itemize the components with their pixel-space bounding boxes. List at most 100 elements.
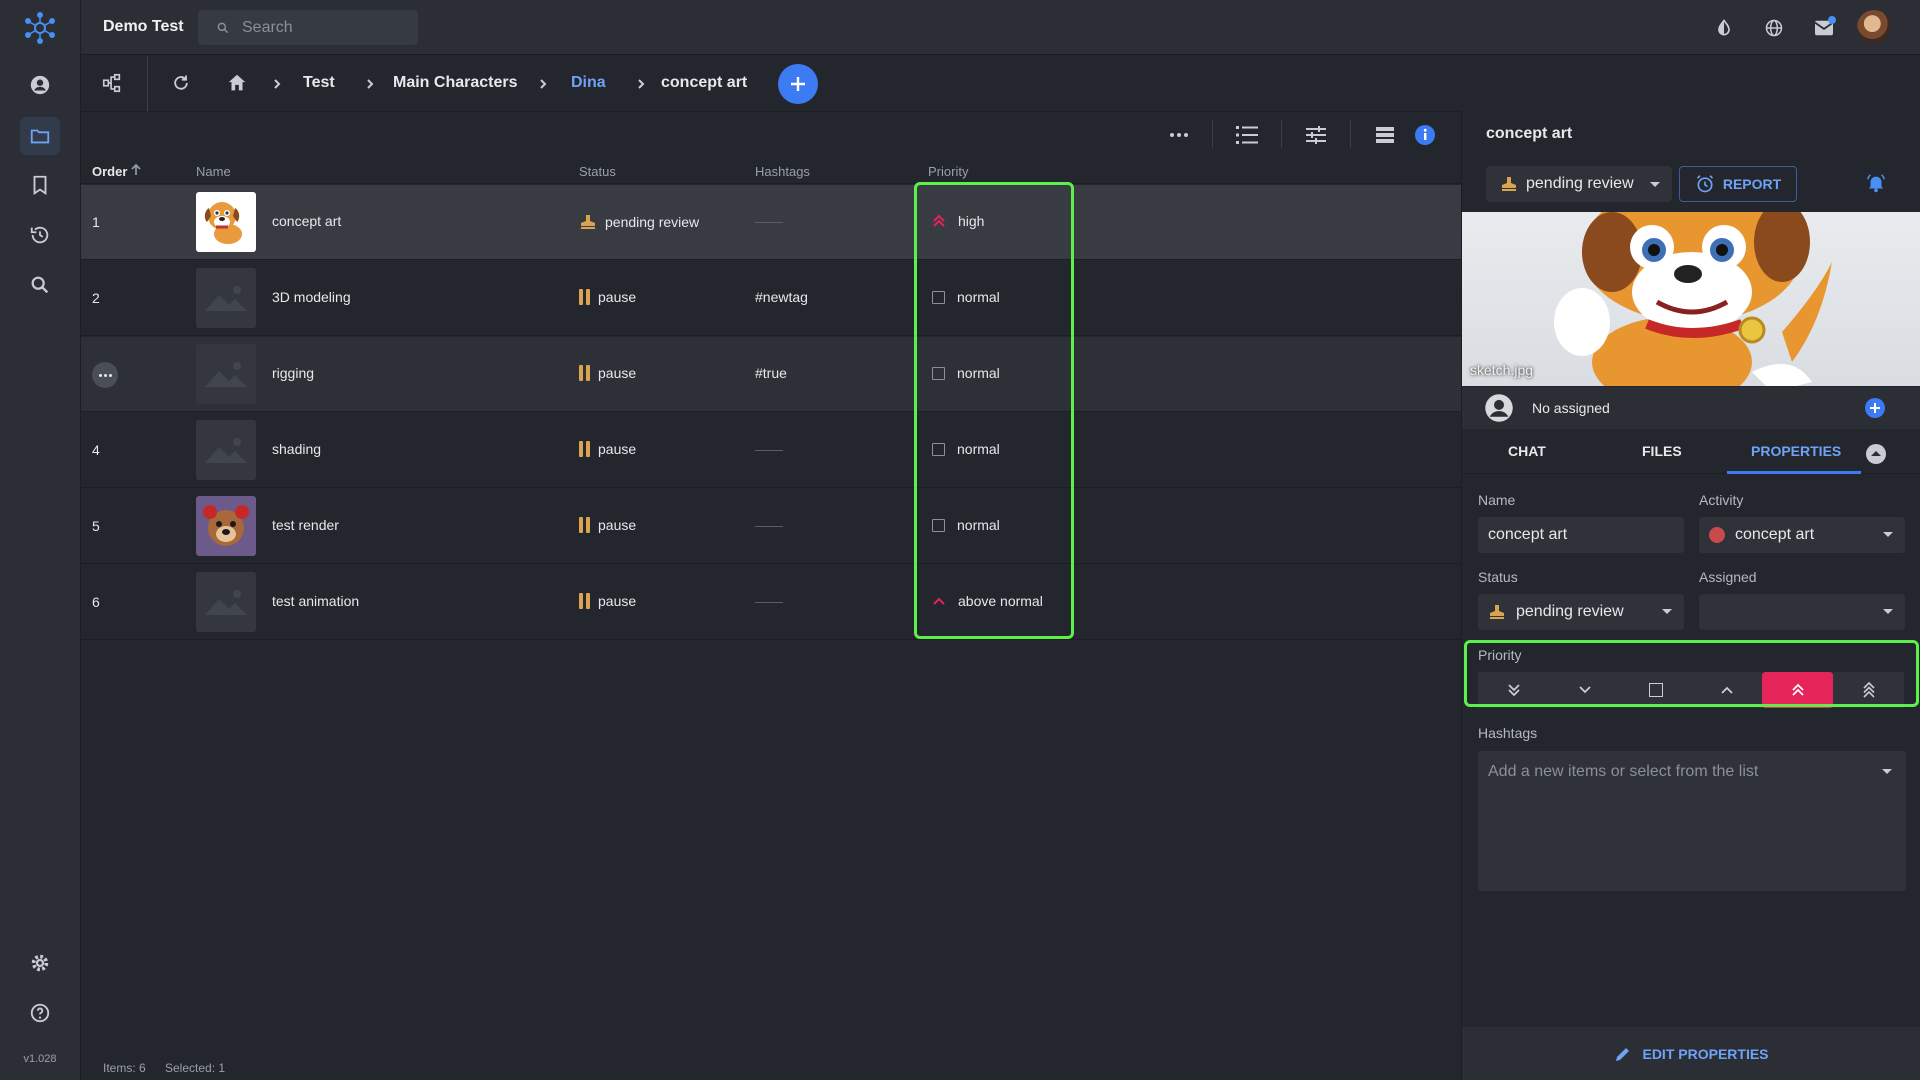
chevron-right-icon — [638, 79, 645, 89]
stamp-icon — [1490, 605, 1504, 619]
column-header-name[interactable]: Name — [196, 164, 231, 179]
preview-filename: sketch.jpg — [1470, 362, 1534, 378]
chevron-right-icon — [367, 79, 374, 89]
row-name: concept art — [272, 213, 342, 229]
bookmark-icon[interactable] — [20, 166, 60, 204]
assigned-text: No assigned — [1532, 400, 1610, 416]
hierarchy-tree-icon[interactable] — [101, 72, 123, 94]
row-status[interactable]: pause — [579, 365, 636, 381]
activity-dropdown[interactable]: concept art — [1699, 517, 1905, 553]
table-header: Order Name Status Hashtags Priority — [81, 156, 1461, 184]
row-status-label: pause — [598, 365, 637, 381]
info-icon[interactable] — [1411, 121, 1439, 149]
home-icon[interactable] — [226, 72, 248, 94]
add-button[interactable] — [778, 64, 818, 104]
column-header-status[interactable]: Status — [579, 164, 616, 179]
stamp-icon — [1502, 177, 1516, 191]
row-hashtags: —— — [755, 441, 783, 457]
divider — [1350, 120, 1351, 148]
edit-properties-button[interactable]: EDIT PROPERTIES — [1462, 1027, 1920, 1080]
notification-bell-icon[interactable] — [1865, 172, 1887, 194]
column-header-order[interactable]: Order — [92, 164, 127, 179]
row-status[interactable]: pause — [579, 517, 636, 533]
name-field[interactable]: concept art — [1478, 517, 1684, 553]
breadcrumb-item[interactable]: Test — [303, 74, 335, 92]
table-row[interactable]: rigging pause #true normal — [81, 337, 1461, 412]
more-options-icon[interactable] — [1165, 121, 1193, 149]
thumbnail-dog-cartoon — [196, 192, 256, 252]
breadcrumb-item[interactable]: Dina — [571, 74, 606, 92]
status-field-value: pending review — [1516, 603, 1624, 620]
row-name: test animation — [272, 593, 360, 609]
table-row[interactable]: 1 concept art pending review —— high — [81, 185, 1461, 260]
breadcrumb-current: concept art — [661, 74, 748, 91]
history-icon[interactable] — [20, 216, 60, 254]
row-order: 5 — [92, 518, 100, 534]
chevron-right-icon — [540, 79, 547, 89]
row-status-label: pause — [598, 289, 637, 305]
mail-icon[interactable] — [1810, 14, 1838, 42]
ordered-list-icon[interactable] — [1233, 121, 1261, 149]
filter-sliders-icon[interactable] — [1302, 121, 1330, 149]
thumbnail-render-dog — [196, 496, 256, 556]
activity-dropdown-value: concept art — [1735, 526, 1815, 543]
sort-up-arrow-icon[interactable] — [130, 164, 142, 176]
edit-properties-label: EDIT PROPERTIES — [1642, 1045, 1769, 1062]
image-placeholder-icon — [196, 420, 256, 480]
row-name: test render — [272, 517, 339, 533]
help-icon[interactable] — [20, 994, 60, 1032]
row-hashtags: #newtag — [755, 289, 808, 305]
breadcrumb-item[interactable]: Main Characters — [393, 74, 518, 92]
report-button[interactable]: REPORT — [1679, 166, 1797, 202]
assigned-dropdown[interactable] — [1699, 594, 1905, 630]
status-dropdown-value: pending review — [1526, 175, 1634, 192]
row-status[interactable]: pause — [579, 593, 636, 609]
settings-gear-icon[interactable] — [20, 944, 60, 982]
language-globe-icon[interactable] — [1760, 14, 1788, 42]
row-status-label: pause — [598, 441, 637, 457]
row-status[interactable]: pause — [579, 441, 636, 457]
panel-title: concept art — [1486, 125, 1573, 142]
assignee-row[interactable]: No assigned — [1462, 387, 1920, 429]
search-icon[interactable] — [20, 266, 60, 304]
table-row[interactable]: 6 test animation pause —— above normal — [81, 565, 1461, 640]
priority-column-highlight — [914, 182, 1074, 639]
status-dropdown[interactable]: pending review — [1486, 166, 1672, 202]
table-row[interactable]: 5 test render pause —— normal — [81, 489, 1461, 564]
report-button-label: REPORT — [1722, 176, 1782, 192]
user-avatar[interactable] — [1857, 10, 1891, 44]
chevron-right-icon — [274, 79, 281, 89]
column-header-priority[interactable]: Priority — [928, 164, 968, 179]
tab-chat[interactable]: CHAT — [1508, 443, 1546, 459]
collapse-icon[interactable] — [1866, 444, 1886, 464]
row-hashtags: #true — [755, 365, 787, 381]
row-status-label: pending review — [605, 214, 700, 230]
table-row[interactable]: 4 shading pause —— normal — [81, 413, 1461, 488]
row-menu-button[interactable] — [92, 362, 118, 388]
column-header-hashtags[interactable]: Hashtags — [755, 164, 810, 179]
name-field-value: concept art — [1488, 526, 1568, 543]
caret-down-icon — [1662, 609, 1672, 614]
add-assignee-icon[interactable] — [1865, 398, 1885, 418]
theme-contrast-icon[interactable] — [1710, 14, 1738, 42]
search-input[interactable]: Search — [198, 10, 418, 45]
divider — [1281, 120, 1282, 148]
search-placeholder: Search — [242, 18, 293, 36]
app-logo[interactable] — [22, 10, 58, 46]
caret-down-icon — [1882, 769, 1892, 774]
status-field-dropdown[interactable]: pending review — [1478, 594, 1684, 630]
folder-icon[interactable] — [20, 117, 60, 155]
list-view-icon[interactable] — [1371, 121, 1399, 149]
preview-image[interactable]: sketch.jpg — [1462, 212, 1920, 386]
left-rail: v1.028 — [0, 0, 81, 1080]
profile-icon[interactable] — [20, 66, 60, 104]
tab-properties[interactable]: PROPERTIES — [1751, 443, 1841, 459]
hashtags-input[interactable]: Add a new items or select from the list — [1478, 751, 1906, 891]
tab-files[interactable]: FILES — [1642, 443, 1682, 459]
table-row[interactable]: 2 3D modeling pause #newtag normal — [81, 261, 1461, 336]
pause-icon — [579, 593, 590, 609]
refresh-icon[interactable] — [171, 73, 191, 93]
row-status[interactable]: pause — [579, 289, 636, 305]
row-hashtags: —— — [755, 213, 783, 229]
row-status[interactable]: pending review — [579, 213, 699, 231]
